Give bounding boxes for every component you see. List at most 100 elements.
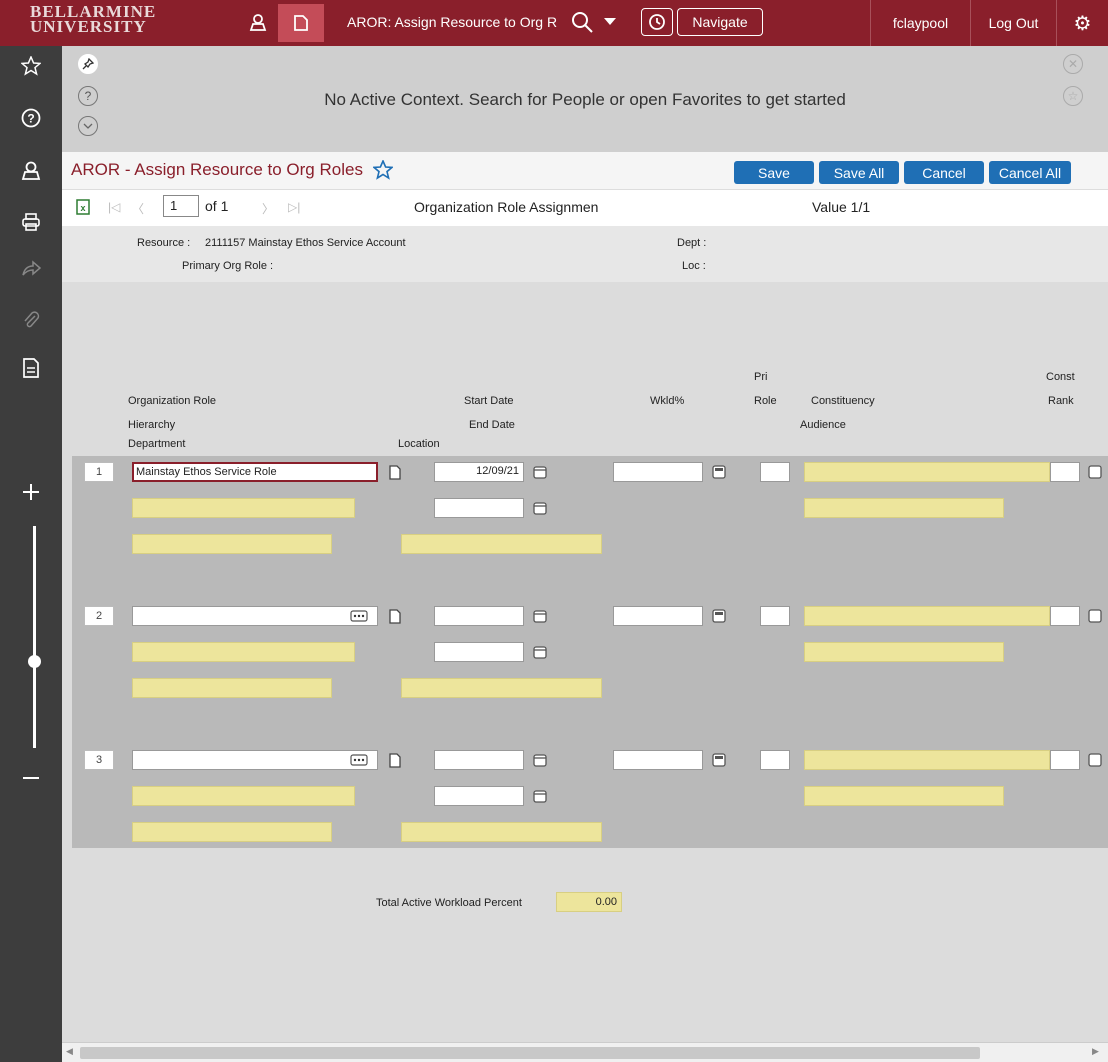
calendar-icon[interactable] [531,463,549,481]
rows-container: 1 Mainstay Ethos Service Role 12/09/21 2 [72,456,1108,848]
calculator-icon[interactable] [1086,607,1104,625]
start-date-input[interactable] [434,606,524,626]
form-title-bar: AROR - Assign Resource to Org Roles Save… [62,152,1108,190]
hierarchy-input[interactable] [132,642,355,662]
recent-history-button[interactable] [641,8,673,36]
calculator-icon[interactable] [1086,751,1104,769]
calendar-icon[interactable] [531,499,549,517]
audience-input[interactable] [804,498,1004,518]
excel-export-icon[interactable]: x [76,199,90,220]
star-icon[interactable] [19,54,43,78]
help-icon[interactable]: ? [19,106,43,130]
document-context-button[interactable] [278,4,324,42]
calculator-icon[interactable] [710,751,728,769]
hierarchy-input[interactable] [132,786,355,806]
resource-header: Resource : 2111157 Mainstay Ethos Servic… [62,226,1108,282]
org-role-input[interactable] [132,750,378,770]
navigate-button[interactable]: Navigate [677,8,763,36]
lookup-icon[interactable] [350,751,368,769]
form-title[interactable]: AROR: Assign Resource to Org R [347,14,577,30]
const-rank-input[interactable] [1050,462,1080,482]
org-role-input[interactable] [132,606,378,626]
search-icon[interactable] [570,10,594,34]
audience-input[interactable] [804,786,1004,806]
document-icon[interactable] [19,356,43,380]
col-pri: Pri [754,371,768,383]
settings-button[interactable]: ⚙ [1056,0,1108,46]
pin-icon[interactable] [78,54,98,74]
end-date-input[interactable] [434,786,524,806]
favorite-star-icon[interactable] [371,158,395,185]
constituency-input[interactable] [804,750,1050,770]
calculator-icon[interactable] [1086,463,1104,481]
calculator-icon[interactable] [710,463,728,481]
username[interactable]: fclaypool [870,0,970,46]
calendar-icon[interactable] [531,751,549,769]
hierarchy-input[interactable] [132,498,355,518]
scroll-left-icon[interactable]: ◀ [66,1046,73,1057]
document-icon[interactable] [386,751,404,769]
save-button[interactable]: Save [734,161,814,184]
save-all-button[interactable]: Save All [819,161,899,184]
col-audience: Audience [800,419,846,431]
org-role-input[interactable]: Mainstay Ethos Service Role [132,462,378,482]
prev-page-icon: 〈 [132,202,145,216]
start-date-input[interactable]: 12/09/21 [434,462,524,482]
primary-role-input[interactable] [760,750,790,770]
cancel-all-button[interactable]: Cancel All [989,161,1071,184]
zoom-in-icon[interactable] [19,480,43,504]
end-date-input[interactable] [434,642,524,662]
const-rank-input[interactable] [1050,750,1080,770]
close-icon[interactable]: ✕ [1063,54,1083,74]
horizontal-scrollbar[interactable]: ◀ ▶ [62,1042,1108,1062]
logo-line2: UNIVERSITY [30,17,147,36]
person-icon[interactable] [19,158,43,182]
record-title: Organization Role Assignmen [414,199,599,215]
first-page-icon: |◁ [108,200,121,214]
scroll-right-icon[interactable]: ▶ [1092,1046,1099,1057]
location-input[interactable] [401,678,602,698]
const-rank-input[interactable] [1050,606,1080,626]
document-icon [289,11,313,35]
calendar-icon[interactable] [531,607,549,625]
location-input[interactable] [401,534,602,554]
lookup-icon[interactable] [350,607,368,625]
print-icon[interactable] [19,210,43,234]
cancel-button[interactable]: Cancel [904,161,984,184]
department-input[interactable] [132,678,332,698]
start-date-input[interactable] [434,750,524,770]
document-icon[interactable] [386,607,404,625]
zoom-slider-track[interactable] [33,526,36,748]
audience-input[interactable] [804,642,1004,662]
end-date-input[interactable] [434,498,524,518]
department-input[interactable] [132,534,332,554]
person-icon[interactable] [246,10,270,34]
location-input[interactable] [401,822,602,842]
calendar-icon[interactable] [531,643,549,661]
department-input[interactable] [132,822,332,842]
logout-button[interactable]: Log Out [970,0,1056,46]
col-start-date: Start Date [464,395,514,407]
chevron-down-icon[interactable] [598,10,622,34]
zoom-slider-handle[interactable] [28,655,41,668]
star-icon[interactable]: ☆ [1063,86,1083,106]
primary-role-input[interactable] [760,462,790,482]
primary-role-input[interactable] [760,606,790,626]
workload-input[interactable] [613,750,703,770]
sidebar: ? [0,46,62,1062]
loc-label: Loc : [682,260,706,272]
constituency-input[interactable] [804,606,1050,626]
constituency-input[interactable] [804,462,1050,482]
workload-input[interactable] [613,462,703,482]
document-icon[interactable] [386,463,404,481]
chevron-down-icon[interactable] [78,116,98,136]
total-workload-label: Total Active Workload Percent [376,897,522,909]
page-number-input[interactable]: 1 [163,195,199,217]
zoom-out-icon[interactable] [19,766,43,790]
calculator-icon[interactable] [710,607,728,625]
calendar-icon[interactable] [531,787,549,805]
university-logo[interactable]: BELLARMINE UNIVERSITY [30,3,156,36]
workload-input[interactable] [613,606,703,626]
resource-value: 2111157 Mainstay Ethos Service Account [205,237,406,249]
scrollbar-thumb[interactable] [80,1047,980,1059]
